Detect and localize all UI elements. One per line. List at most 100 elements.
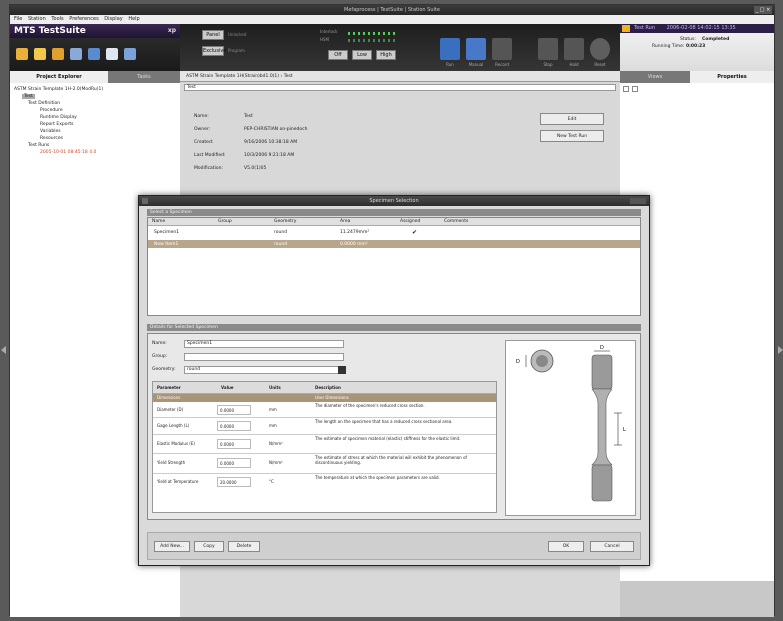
tab-views[interactable]: Views xyxy=(620,71,690,83)
save-icon[interactable] xyxy=(106,48,118,60)
add-new-button[interactable]: Add New... xyxy=(154,541,190,552)
collapse-right-icon[interactable] xyxy=(778,346,783,354)
run-label: Run xyxy=(446,62,454,67)
tree-item-test-runs[interactable]: Test Runs xyxy=(28,143,49,148)
tree-item-resources[interactable]: Resources xyxy=(40,136,63,141)
specimen-selection-dialog: Specimen Selection Select a Specimen Nam… xyxy=(138,195,650,566)
param-header: Parameter Value Units Description xyxy=(153,382,496,394)
interlock-label: Interlock xyxy=(320,29,338,34)
new-test-run-button[interactable]: New Test Run xyxy=(540,130,604,142)
col-parameter: Parameter xyxy=(157,385,181,390)
row1-name: Specimen1 xyxy=(154,230,180,235)
edit-button[interactable]: Edit xyxy=(540,113,604,125)
dialog-close-icon[interactable] xyxy=(630,198,646,204)
right-tabs: Views Properties xyxy=(620,71,774,83)
exclusive-button[interactable]: Exclusive xyxy=(202,46,226,56)
hold-icon[interactable] xyxy=(564,38,584,60)
print-icon[interactable] xyxy=(124,48,136,60)
panel-button[interactable]: Panel xyxy=(202,30,224,40)
sort-icon[interactable] xyxy=(632,86,638,92)
panel-state: Unlocked xyxy=(228,32,247,37)
tree-item-test-run[interactable]: 2005-10-01 08:45:18 4.0 xyxy=(40,150,96,155)
menu-tools[interactable]: Tools xyxy=(51,16,63,22)
col-name[interactable]: Name xyxy=(152,219,165,224)
running-time-label: Running Time: xyxy=(652,44,685,49)
menu-file[interactable]: File xyxy=(14,16,22,22)
tab-project-explorer[interactable]: Project Explorer xyxy=(10,71,108,83)
tree-item-template[interactable]: ASTM Strain Template 1H-2.0(ModRu)1) xyxy=(14,87,103,92)
tree-item-test[interactable]: Test xyxy=(22,94,35,99)
hsm-high-button[interactable]: High xyxy=(376,50,396,60)
param-diameter-desc: The diameter of the specimen's reduced c… xyxy=(315,403,425,408)
collapse-left-icon[interactable] xyxy=(1,346,6,354)
col-group[interactable]: Group xyxy=(218,219,232,224)
col-description: Description xyxy=(315,385,341,390)
tree-item-runtime-display[interactable]: Runtime Display xyxy=(40,115,77,120)
prop-created-value: 9/16/2006 10:38:18 AM xyxy=(244,140,298,145)
param-yield-temperature-value[interactable]: 20.0000 xyxy=(217,477,251,487)
param-elastic-modulus-value[interactable]: 0.0000 xyxy=(217,439,251,449)
copy-button[interactable]: Copy xyxy=(194,541,224,552)
menu-help[interactable]: Help xyxy=(128,16,139,22)
prop-created-label: Created: xyxy=(194,140,214,145)
col-geometry[interactable]: Geometry xyxy=(274,219,296,224)
parameter-table: Parameter Value Units Description Dimens… xyxy=(152,381,497,513)
tree-item-test-definition[interactable]: Test Definition xyxy=(28,101,60,106)
open-folder-icon[interactable] xyxy=(34,48,46,60)
new-icon[interactable] xyxy=(16,48,28,60)
prop-modified-label: Last Modified: xyxy=(194,153,226,158)
menu-display[interactable]: Display xyxy=(104,16,122,22)
menu-station[interactable]: Station xyxy=(28,16,46,22)
hsm-low-button[interactable]: Low xyxy=(352,50,372,60)
breadcrumb: ASTM Strain Template 1H(Strain)bd1.0(1) … xyxy=(180,71,620,82)
cancel-button[interactable]: Cancel xyxy=(590,541,634,552)
param-yield-strength-desc: The estimate of stress at which the mate… xyxy=(315,455,467,465)
record-icon[interactable] xyxy=(492,38,512,60)
window-title: Mefaprocess | TestSuite | Station Suite xyxy=(10,5,774,15)
open-test-icon[interactable] xyxy=(52,48,64,60)
param-elastic-modulus-desc: The estimate of specimen material (elast… xyxy=(315,436,461,441)
delete-button[interactable]: Delete xyxy=(228,541,260,552)
run-icon[interactable] xyxy=(440,38,460,60)
properties-footer xyxy=(620,581,774,617)
chevron-down-icon[interactable] xyxy=(338,366,346,374)
l-label: L xyxy=(623,427,626,433)
reset-icon[interactable] xyxy=(590,38,610,60)
run-status-icon xyxy=(622,25,630,32)
ok-button[interactable]: OK xyxy=(548,541,584,552)
group-field[interactable] xyxy=(184,353,344,361)
param-gage-length-value[interactable]: 0.0000 xyxy=(217,421,251,431)
manual-icon[interactable] xyxy=(466,38,486,60)
test-run-value: 2006-02-08 14:02:15 13:35 xyxy=(666,25,736,31)
param-yield-strength: Yield Strength xyxy=(157,460,186,465)
status-label: Status: xyxy=(680,37,696,42)
row2-name: New Item1 xyxy=(154,242,179,247)
settings-icon[interactable] xyxy=(88,48,100,60)
brand-bar: MTS TestSuite xp xyxy=(10,24,180,38)
param-yield-strength-value[interactable]: 0.0000 xyxy=(217,458,251,468)
d-label: D xyxy=(516,359,520,365)
geometry-select[interactable]: round xyxy=(184,366,344,374)
col-area[interactable]: Area xyxy=(340,219,350,224)
stop-icon[interactable] xyxy=(538,38,558,60)
table-row-selected[interactable]: New Item1 round 0.0000 mm² xyxy=(148,240,640,248)
param-diameter-value[interactable]: 0.0000 xyxy=(217,405,251,415)
name-field[interactable]: Specimen1 xyxy=(184,340,344,348)
col-comments[interactable]: Comments xyxy=(444,219,468,224)
table-row[interactable]: Specimen1 round 11.2479mm² ✔ xyxy=(148,228,640,238)
dialog-title: Specimen Selection xyxy=(139,196,649,206)
template-icon[interactable] xyxy=(70,48,82,60)
menu-preferences[interactable]: Preferences xyxy=(69,16,98,22)
param-gage-length-unit: mm xyxy=(269,423,277,428)
hsm-off-button[interactable]: Off xyxy=(328,50,348,60)
tab-properties[interactable]: Properties xyxy=(690,71,774,83)
tree-item-procedure[interactable]: Procedure xyxy=(40,108,63,113)
prop-modification-value: V5.0(1)05 xyxy=(244,166,267,171)
tab-tasks[interactable]: Tasks xyxy=(108,71,180,83)
tree-item-report-exports[interactable]: Report Exports xyxy=(40,122,73,127)
station-controls: Panel Unlocked Exclusive Program Interlo… xyxy=(180,24,620,71)
col-assigned[interactable]: Assigned xyxy=(400,219,420,224)
categorized-icon[interactable] xyxy=(623,86,629,92)
window-controls[interactable]: _ □ × xyxy=(754,6,772,14)
tree-item-variables[interactable]: Variables xyxy=(40,129,61,134)
